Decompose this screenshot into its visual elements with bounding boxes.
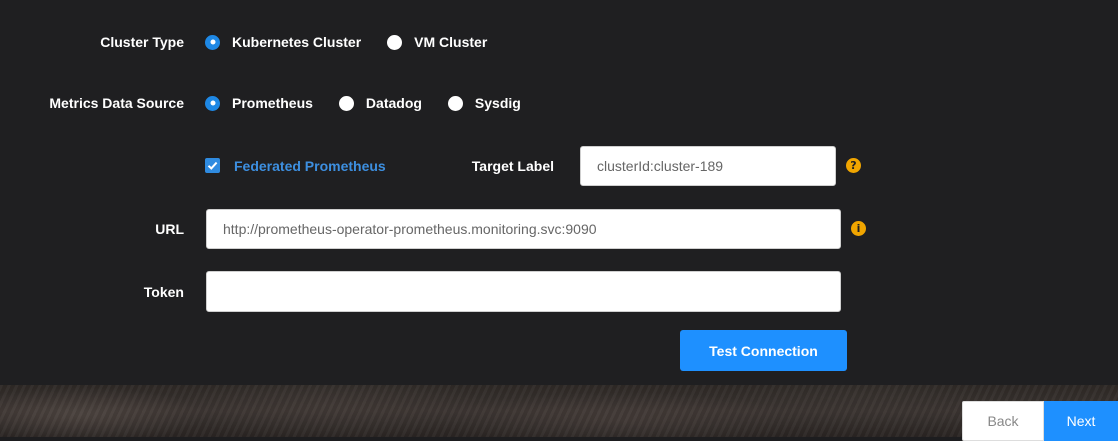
token-label: Token [143, 284, 184, 300]
cluster-type-label: Cluster Type [100, 34, 184, 50]
federated-prometheus-checkbox[interactable] [205, 158, 220, 173]
radio-unselected-icon[interactable] [447, 95, 463, 111]
radio-unselected-icon[interactable] [338, 95, 354, 111]
back-button[interactable]: Back [962, 401, 1044, 441]
radio-unselected-icon[interactable] [387, 34, 403, 50]
footer-background [0, 385, 1118, 437]
test-connection-button[interactable]: Test Connection [680, 330, 847, 371]
radio-selected-icon[interactable] [205, 95, 220, 111]
radio-label: Prometheus [232, 95, 313, 111]
target-label-input[interactable] [580, 146, 836, 186]
url-label: URL [155, 221, 184, 237]
metrics-source-radio-group: Prometheus Datadog Sysdig [205, 95, 547, 111]
question-circle-icon[interactable]: ? [846, 158, 861, 173]
radio-label: Sysdig [474, 95, 521, 111]
cluster-type-radio-group: Kubernetes Cluster VM Cluster [205, 34, 513, 50]
metrics-data-source-label: Metrics Data Source [49, 95, 184, 111]
info-circle-icon[interactable]: i [851, 221, 866, 236]
radio-option-datadog[interactable]: Datadog [338, 95, 448, 111]
radio-label: Datadog [365, 95, 422, 111]
radio-option-prometheus[interactable]: Prometheus [205, 95, 339, 111]
cluster-config-panel: Cluster Type Kubernetes Cluster VM Clust… [0, 0, 1118, 385]
radio-option-sysdig[interactable]: Sysdig [447, 95, 547, 111]
checkmark-icon [207, 161, 218, 170]
radio-option-kubernetes-cluster[interactable]: Kubernetes Cluster [205, 34, 387, 50]
federated-prometheus-label[interactable]: Federated Prometheus [234, 158, 386, 174]
radio-selected-icon[interactable] [205, 34, 220, 50]
radio-label: Kubernetes Cluster [232, 34, 362, 50]
target-label-label: Target Label [471, 158, 554, 174]
url-input[interactable] [206, 209, 841, 249]
token-input[interactable] [206, 271, 841, 312]
next-button[interactable]: Next [1044, 401, 1118, 441]
radio-option-vm-cluster[interactable]: VM Cluster [387, 34, 513, 50]
radio-label: VM Cluster [414, 34, 488, 50]
